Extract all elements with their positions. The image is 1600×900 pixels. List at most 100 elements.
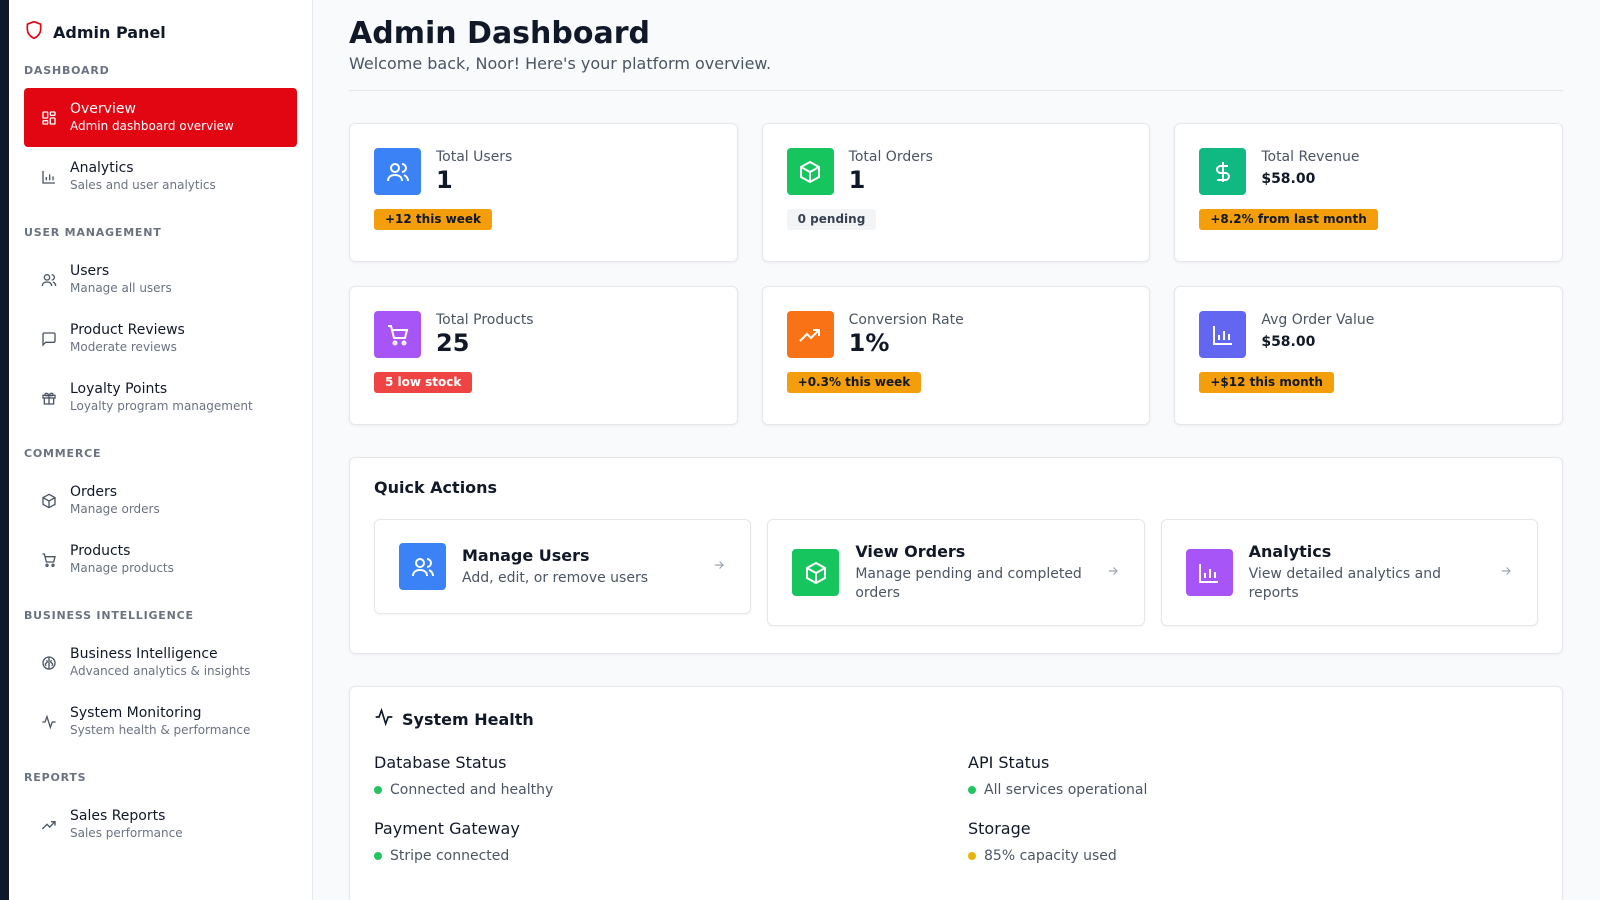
bar-chart-icon — [40, 168, 58, 186]
health-status: 85% capacity used — [984, 848, 1117, 864]
stat-card-avg-order-value: Avg Order Value $58.00 +$12 this month — [1174, 286, 1563, 425]
sidebar-item-sub: Manage all users — [70, 281, 172, 295]
grid-icon — [40, 109, 58, 127]
main-content: Admin Dashboard Welcome back, Noor! Here… — [313, 0, 1600, 900]
stat-card-conversion-rate: Conversion Rate 1% +0.3% this week — [761, 286, 1151, 425]
section-title: REPORTS — [24, 771, 87, 784]
health-item-database: Database Status Connected and healthy — [374, 753, 944, 798]
stat-label: Total Revenue — [1261, 149, 1360, 165]
quick-action-manage-users[interactable]: Manage Users Add, edit, or remove users — [374, 519, 752, 614]
sidebar-item-orders[interactable]: Orders Manage orders — [24, 471, 297, 530]
sidebar-item-label: Users — [70, 263, 110, 279]
activity-icon — [40, 713, 58, 731]
quick-action-desc: View detailed analytics and reports — [1248, 566, 1441, 601]
status-dot — [968, 852, 976, 860]
arrow-right-icon — [712, 558, 726, 576]
system-health-panel: System Health Database Status Connected … — [349, 686, 1563, 900]
quick-action-analytics[interactable]: Analytics View detailed analytics and rep… — [1160, 519, 1538, 626]
status-dot — [374, 786, 382, 794]
health-status: Connected and healthy — [390, 782, 554, 798]
sidebar-item-sub: Sales performance — [70, 826, 183, 840]
cart-icon — [374, 311, 421, 358]
section-title: DASHBOARD — [24, 64, 110, 77]
nav-section-user-management: USER MANAGEMENT Users Manage all users Pr… — [24, 226, 297, 427]
sidebar-item-sub: System health & performance — [70, 723, 251, 737]
activity-icon — [374, 707, 394, 731]
window-edge — [0, 0, 9, 900]
sidebar-item-users[interactable]: Users Manage all users — [24, 250, 297, 309]
quick-action-view-orders[interactable]: View Orders Manage pending and completed … — [767, 519, 1145, 626]
stat-label: Total Orders — [848, 149, 933, 165]
sidebar-item-label: Orders — [70, 484, 118, 500]
stat-value: $58.00 — [1261, 334, 1316, 350]
health-status: Stripe connected — [390, 848, 510, 864]
system-health-title: System Health — [402, 709, 534, 729]
quick-actions-title: Quick Actions — [374, 478, 498, 497]
sidebar-item-sub: Moderate reviews — [70, 340, 177, 354]
stat-card-total-orders: Total Orders 1 0 pending — [761, 123, 1151, 262]
users-icon — [399, 543, 446, 590]
stat-label: Total Products — [436, 312, 534, 328]
stats-grid: Total Users 1 +12 this week Total Orders 1… — [349, 123, 1563, 425]
sidebar-item-loyalty-points[interactable]: Loyalty Points Loyalty program management — [24, 368, 297, 427]
sidebar-item-label: Loyalty Points — [70, 381, 168, 397]
sidebar-item-label: Business Intelligence — [70, 646, 218, 662]
sidebar-item-sub: Manage orders — [70, 502, 160, 516]
message-icon — [40, 330, 58, 348]
quick-action-label: Manage Users — [462, 545, 590, 565]
section-title: BUSINESS INTELLIGENCE — [24, 609, 194, 622]
stat-badge: 5 low stock — [374, 372, 473, 393]
sidebar-item-sub: Sales and user analytics — [70, 178, 216, 192]
nav-section-dashboard: DASHBOARD Overview Admin dashboard overvi… — [24, 64, 297, 206]
page-subtitle: Welcome back, Noor! Here's your platform… — [349, 54, 772, 73]
sidebar-item-sub: Manage products — [70, 561, 174, 575]
health-label: Database Status — [374, 753, 507, 772]
nav-section-business-intelligence: BUSINESS INTELLIGENCE Business Intellige… — [24, 609, 297, 751]
sidebar-item-label: System Monitoring — [70, 705, 202, 721]
health-item-payment-gateway: Payment Gateway Stripe connected — [374, 819, 944, 864]
sidebar-item-analytics[interactable]: Analytics Sales and user analytics — [24, 147, 297, 206]
sidebar-item-overview[interactable]: Overview Admin dashboard overview — [24, 88, 297, 147]
sidebar-item-label: Product Reviews — [70, 322, 185, 338]
sidebar-item-sub: Loyalty program management — [70, 399, 253, 413]
sidebar-item-label: Sales Reports — [70, 808, 166, 824]
brand-name: Admin Panel — [53, 22, 166, 42]
page-title: Admin Dashboard — [349, 16, 650, 51]
gift-icon — [40, 389, 58, 407]
stat-badge: 0 pending — [786, 209, 877, 230]
sidebar-item-products[interactable]: Products Manage products — [24, 530, 297, 589]
status-dot — [374, 852, 382, 860]
stat-value: 1% — [848, 329, 890, 357]
package-icon — [786, 148, 834, 195]
trending-up-icon — [786, 311, 834, 358]
sidebar-item-sales-reports[interactable]: Sales Reports Sales performance — [24, 795, 297, 854]
health-item-api: API Status All services operational — [968, 753, 1538, 798]
brand[interactable]: Admin Panel — [24, 20, 297, 44]
stat-card-total-users: Total Users 1 +12 this week — [349, 123, 738, 262]
package-icon — [792, 549, 840, 596]
users-icon — [374, 148, 421, 195]
health-item-storage: Storage 85% capacity used — [968, 819, 1538, 864]
bar-chart-icon — [1199, 311, 1247, 358]
section-title: COMMERCE — [24, 447, 102, 460]
stat-label: Conversion Rate — [848, 312, 964, 328]
stat-value: 25 — [436, 329, 470, 357]
sidebar-item-system-monitoring[interactable]: System Monitoring System health & perform… — [24, 692, 297, 751]
sidebar-item-product-reviews[interactable]: Product Reviews Moderate reviews — [24, 309, 297, 368]
sidebar-item-sub: Advanced analytics & insights — [70, 664, 251, 678]
stat-value: 1 — [848, 166, 866, 194]
section-title: USER MANAGEMENT — [24, 226, 162, 239]
cart-icon — [40, 551, 58, 569]
health-label: Storage — [968, 819, 1031, 838]
divider — [349, 90, 1563, 91]
stat-badge: +0.3% this week — [786, 372, 922, 393]
quick-action-desc: Add, edit, or remove users — [462, 569, 648, 586]
stat-card-total-products: Total Products 25 5 low stock — [349, 286, 738, 425]
quick-action-label: View Orders — [855, 542, 966, 561]
health-status: All services operational — [984, 782, 1148, 798]
dollar-icon — [1199, 148, 1247, 195]
quick-actions-panel: Quick Actions Manage Users Add, edit, or … — [349, 457, 1563, 654]
sidebar-item-business-intelligence[interactable]: Business Intelligence Advanced analytics … — [24, 633, 297, 692]
status-dot — [968, 786, 976, 794]
stat-badge: +12 this week — [374, 209, 492, 230]
